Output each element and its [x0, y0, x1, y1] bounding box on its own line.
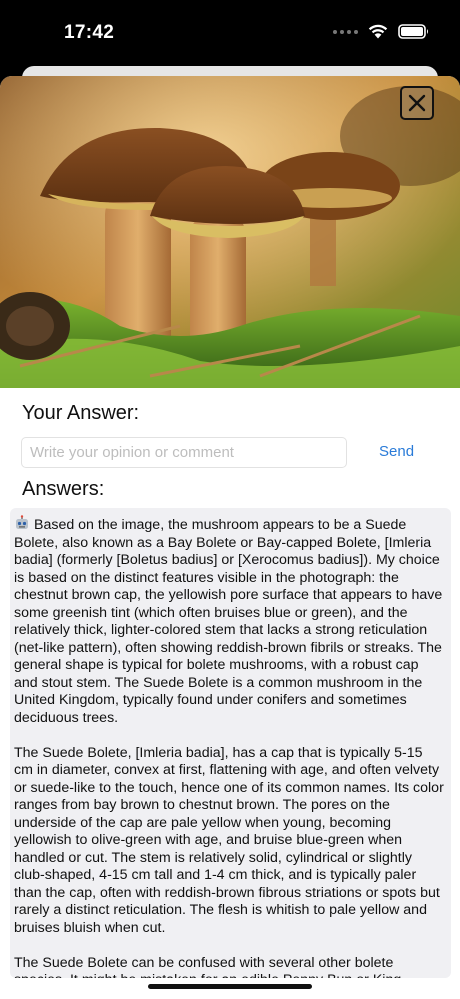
robot-icon: [16, 515, 28, 529]
question-sheet: Your Answer: Send Answers: Based on the …: [0, 76, 460, 999]
status-icons: [333, 24, 430, 39]
close-icon: [408, 94, 426, 112]
wifi-icon: [368, 24, 388, 39]
status-bar: 17:42: [0, 0, 460, 70]
answer-text: Based on the image, the mushroom appears…: [14, 517, 443, 726]
cellular-signal-icon: [333, 29, 358, 34]
status-time: 17:42: [64, 22, 115, 43]
answers-heading: Answers:: [22, 478, 105, 500]
answer-paragraph: The Suede Bolete, [Imleria badia], has a…: [14, 744, 444, 936]
mushroom-photo: [0, 76, 460, 388]
answer-card: Based on the image, the mushroom appears…: [10, 508, 451, 978]
home-indicator: [148, 984, 312, 989]
comment-input[interactable]: [21, 437, 347, 468]
your-answer-heading: Your Answer:: [22, 402, 140, 424]
close-button[interactable]: [400, 86, 434, 120]
answer-paragraph: Based on the image, the mushroom appears…: [14, 515, 445, 727]
battery-icon: [398, 24, 428, 39]
send-button[interactable]: Send: [379, 443, 414, 460]
answer-paragraph: The Suede Bolete can be confused with se…: [14, 954, 401, 979]
